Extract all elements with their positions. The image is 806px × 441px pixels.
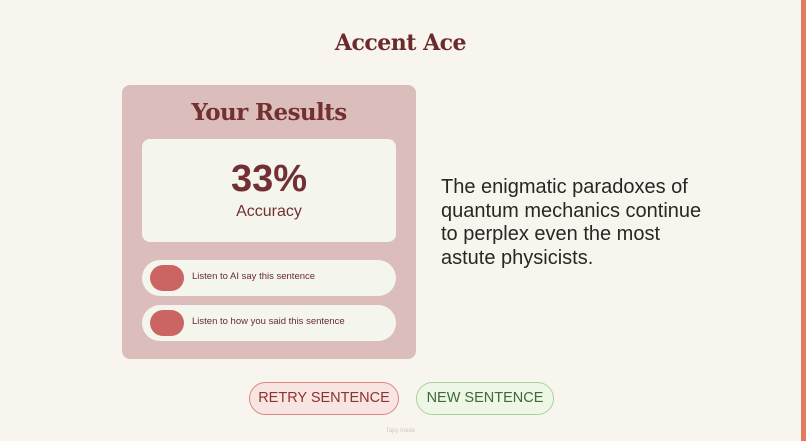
score-box: 33% Accuracy (142, 139, 396, 242)
results-card: Your Results 33% Accuracy Listen to AI s… (122, 85, 416, 359)
new-sentence-button[interactable]: NEW SENTENCE (416, 382, 554, 415)
app-title: Accent Ace (334, 30, 467, 56)
practice-sentence: The enigmatic paradoxes of quantum mecha… (441, 176, 702, 269)
accuracy-label: Accuracy (236, 203, 302, 220)
results-title: Your Results (191, 99, 347, 126)
play-ai-audio-icon[interactable] (150, 265, 184, 291)
listen-ai-label: Listen to AI say this sentence (192, 271, 316, 282)
play-user-audio-icon[interactable] (150, 310, 184, 336)
retry-sentence-button[interactable]: RETRY SENTENCE (249, 382, 399, 415)
listen-user-label: Listen to how you said this sentence (192, 316, 345, 327)
listen-user-button[interactable]: Listen to how you said this sentence (142, 305, 396, 341)
right-edge-accent (801, 0, 806, 441)
footer-note: Tapy made (385, 428, 416, 434)
accuracy-score: 33% (230, 158, 308, 200)
listen-ai-button[interactable]: Listen to AI say this sentence (142, 260, 396, 296)
